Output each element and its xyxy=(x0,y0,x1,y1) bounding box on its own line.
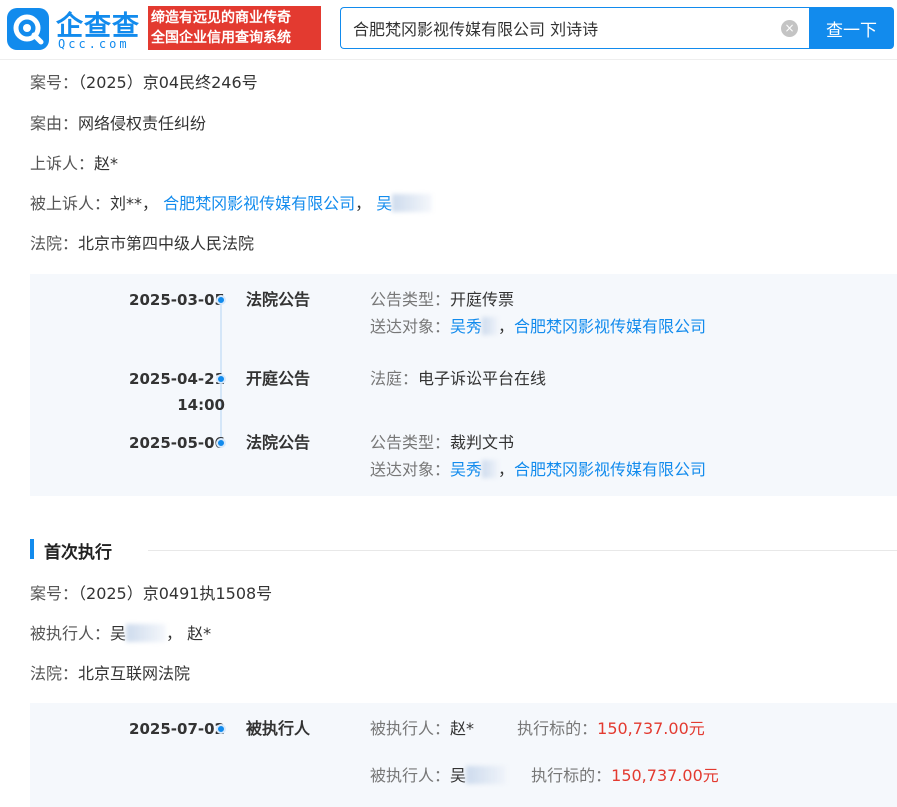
case-number: （2025）京0491执1508号 xyxy=(78,584,273,603)
section-title: 首次执行 xyxy=(44,543,112,563)
timeline-dot-icon xyxy=(216,374,226,384)
section-divider xyxy=(148,550,897,551)
recipient-separator: ， xyxy=(498,317,515,336)
redaction-blur xyxy=(392,194,433,212)
qcc-logo-icon[interactable] xyxy=(7,8,49,50)
recipient-row: 送达对象：吴秀 ，合肥梵冈影视传媒有限公司 xyxy=(370,457,706,483)
executed-party-label: 被执行人： xyxy=(30,624,111,643)
case-cause: 网络侵权责任纠纷 xyxy=(78,114,207,133)
notice-type-row: 公告类型：裁判文书 xyxy=(370,430,514,456)
appellee-row: 被上诉人：刘**， 合肥梵冈影视传媒有限公司， 吴 xyxy=(30,190,433,214)
execution-panel: 2025-07-02 被执行人 被执行人：赵* 执行标的：150,737.00元… xyxy=(30,703,897,807)
execution-row: 被执行人：吴 执行标的：150,737.00元 xyxy=(370,763,719,789)
redaction-blur xyxy=(126,624,167,642)
timeline-date: 2025-04-21 xyxy=(129,370,225,388)
appellee-company-link[interactable]: 合肥梵冈影视传媒有限公司 xyxy=(163,194,355,213)
notice-type-label: 公告类型： xyxy=(370,290,451,309)
recipient-label: 送达对象： xyxy=(370,317,451,336)
notice-type-label: 公告类型： xyxy=(370,433,451,452)
recipient-person-link[interactable]: 吴秀 xyxy=(450,317,482,336)
recipient-person-link[interactable]: 吴秀 xyxy=(450,460,482,479)
executed-party-row: 被执行人：吴 ， 赵* xyxy=(30,620,211,644)
search-button[interactable]: 查一下 xyxy=(809,7,894,49)
timeline-dot-icon xyxy=(216,295,226,305)
courtroom-label: 法庭： xyxy=(370,369,419,388)
recipient-separator: ， xyxy=(498,460,515,479)
recipient-label: 送达对象： xyxy=(370,460,451,479)
amount-label: 执行标的： xyxy=(531,766,612,785)
case-number-label: 案号： xyxy=(30,584,79,603)
top-header: 企查查 Qcc.com 缔造有远见的商业传奇 全国企业信用查询系统 × 查一下 xyxy=(0,0,897,60)
slogan-banner: 缔造有远见的商业传奇 全国企业信用查询系统 xyxy=(148,6,321,50)
courtroom: 电子诉讼平台在线 xyxy=(418,369,547,388)
court: 北京互联网法院 xyxy=(78,664,191,683)
recipient-row: 送达对象：吴秀 ，合肥梵冈影视传媒有限公司 xyxy=(370,314,706,340)
section-accent-bar xyxy=(30,539,34,559)
appellant-label: 上诉人： xyxy=(30,154,95,173)
party-label: 被执行人： xyxy=(370,719,451,738)
court: 北京市第四中级人民法院 xyxy=(78,234,255,253)
clear-icon[interactable]: × xyxy=(781,20,798,37)
recipient-company-link[interactable]: 合肥梵冈影视传媒有限公司 xyxy=(514,317,706,336)
court-row: 法院：北京市第四中级人民法院 xyxy=(30,230,254,254)
party[interactable]: 吴 xyxy=(450,766,466,785)
amount-label: 执行标的： xyxy=(517,719,598,738)
court-label: 法院： xyxy=(30,234,79,253)
timeline-date: 2025-05-06 xyxy=(129,434,225,452)
timeline-type[interactable]: 法院公告 xyxy=(246,287,310,313)
case-cause-label: 案由： xyxy=(30,114,79,133)
recipient-company-link[interactable]: 合肥梵冈影视传媒有限公司 xyxy=(514,460,706,479)
appellee-separator: ， xyxy=(355,194,372,213)
executed-separator: ， xyxy=(166,624,183,643)
notice-type: 开庭传票 xyxy=(450,290,515,309)
case-number-row: 案号：（2025）京0491执1508号 xyxy=(30,580,272,604)
appellee-person: 刘**， xyxy=(110,194,159,213)
courtroom-row: 法庭：电子诉讼平台在线 xyxy=(370,366,546,392)
appellant-row: 上诉人：赵* xyxy=(30,150,118,174)
timeline-type[interactable]: 法院公告 xyxy=(246,430,310,456)
redaction-blur xyxy=(482,317,499,335)
redaction-blur xyxy=(482,460,499,478)
slogan-line: 缔造有远见的商业传奇 xyxy=(151,10,291,26)
case-number-label: 案号： xyxy=(30,73,79,92)
amount: 150,737.00元 xyxy=(597,719,705,738)
notice-type-row: 公告类型：开庭传票 xyxy=(370,287,514,313)
search-input[interactable] xyxy=(353,8,773,48)
execution-row: 被执行人：赵* 执行标的：150,737.00元 xyxy=(370,716,705,742)
court-label: 法院： xyxy=(30,664,79,683)
slogan-line: 全国企业信用查询系统 xyxy=(151,30,291,46)
timeline-type[interactable]: 被执行人 xyxy=(246,716,310,742)
logo-domain: Qcc.com xyxy=(58,37,130,51)
timeline-time: 14:00 xyxy=(177,396,225,414)
timeline-panel: 2025-03-05 法院公告 公告类型：开庭传票 送达对象：吴秀 ，合肥梵冈影视… xyxy=(30,274,897,496)
notice-type: 裁判文书 xyxy=(450,433,515,452)
executed-party-2: 赵* xyxy=(187,624,212,643)
redaction-blur xyxy=(466,766,507,784)
case-number-row: 案号：（2025）京04民终246号 xyxy=(30,69,258,93)
appellee-other-link[interactable]: 吴 xyxy=(376,194,392,213)
case-cause-row: 案由：网络侵权责任纠纷 xyxy=(30,110,206,134)
timeline-type[interactable]: 开庭公告 xyxy=(246,366,310,392)
timeline-dot-icon xyxy=(216,724,226,734)
timeline-date: 2025-03-05 xyxy=(129,291,225,309)
party-label: 被执行人： xyxy=(370,766,451,785)
appellee-label: 被上诉人： xyxy=(30,194,111,213)
timeline-dot-icon xyxy=(216,438,226,448)
appellant: 赵* xyxy=(94,154,119,173)
party: 赵* xyxy=(450,719,475,738)
court-row: 法院：北京互联网法院 xyxy=(30,660,190,684)
search-box: × xyxy=(340,7,809,49)
case-number: （2025）京04民终246号 xyxy=(78,73,258,92)
amount: 150,737.00元 xyxy=(611,766,719,785)
timeline-date: 2025-07-02 xyxy=(129,720,225,738)
executed-party-1[interactable]: 吴 xyxy=(110,624,126,643)
